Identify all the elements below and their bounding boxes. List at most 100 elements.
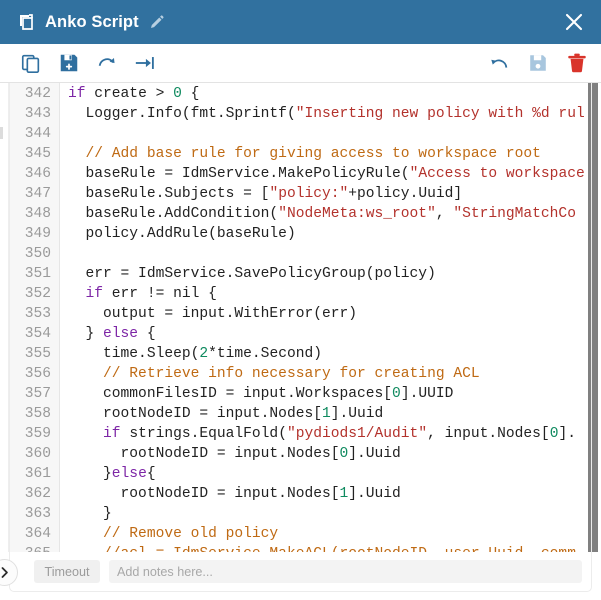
undo-button[interactable] — [487, 51, 511, 75]
code-token: "NodeMeta:ws_root" — [278, 206, 436, 222]
line-number: 353 — [24, 306, 51, 322]
line-number: 348 — [24, 206, 51, 222]
code-line[interactable]: if err != nil { — [60, 284, 601, 304]
code-area[interactable]: 342 343 344 345 346 347 348 349 350 351 352 353 354 3… — [10, 83, 601, 552]
code-line[interactable] — [60, 124, 601, 144]
editor-bottom-bar: Timeout Add notes here... — [9, 552, 592, 592]
code-line[interactable]: } else { — [60, 324, 601, 344]
close-button[interactable] — [561, 9, 587, 35]
code-line[interactable]: baseRule.Subjects = ["policy:"+policy.Uu… — [60, 184, 601, 204]
code-scroll-region[interactable]: if create > 0 { Logger.Info(fmt.Sprintf(… — [60, 83, 601, 552]
code-token: "pydiods1/Audit" — [286, 426, 428, 442]
code-token: { — [181, 86, 200, 102]
toolbar-right-group — [487, 51, 589, 75]
anko-script-window: Anko Script 342 343 344 345 346 347 348 … — [0, 0, 601, 600]
save-button[interactable] — [526, 51, 550, 75]
code-token: baseRule.Subjects = [ — [68, 186, 270, 202]
line-number: 357 — [24, 386, 51, 402]
tab-indent-icon — [135, 57, 154, 69]
code-token: else — [103, 326, 139, 342]
code-line[interactable]: //acl = IdmService.MakeACL(rootNodeID, u… — [60, 544, 601, 552]
code-token: { — [146, 466, 156, 482]
code-token: Logger.Info(fmt.Sprintf( — [68, 106, 296, 122]
code-token: if — [85, 286, 112, 302]
code-token: time.Sleep( — [68, 346, 200, 362]
save-as-button[interactable] — [57, 51, 81, 75]
line-number: 356 — [24, 366, 51, 382]
code-token: if — [103, 426, 130, 442]
code-line[interactable]: err = IdmService.SavePolicyGroup(policy) — [60, 264, 601, 284]
code-token: *time.Second) — [208, 346, 322, 362]
code-line[interactable]: time.Sleep(2*time.Second) — [60, 344, 601, 364]
editor-left-edge — [0, 83, 9, 552]
code-line[interactable]: policy.AddRule(baseRule) — [60, 224, 601, 244]
line-number: 344 — [24, 126, 51, 142]
line-number: 355 — [24, 346, 51, 362]
code-line[interactable]: Logger.Info(fmt.Sprintf("Inserting new p… — [60, 104, 601, 124]
code-token: } — [68, 466, 112, 482]
code-token: , — [435, 206, 454, 222]
code-line[interactable]: // Retrieve info necessary for creating … — [60, 364, 601, 384]
code-line[interactable]: if create > 0 { — [60, 84, 601, 104]
code-token: else — [111, 466, 147, 482]
code-line[interactable]: commonFilesID = input.Workspaces[0].UUID — [60, 384, 601, 404]
script-icon — [20, 14, 33, 30]
code-token: { — [138, 326, 156, 342]
line-number: 352 — [24, 286, 51, 302]
code-line[interactable]: }else{ — [60, 464, 601, 484]
notes-input[interactable]: Add notes here... — [109, 560, 582, 583]
code-line[interactable]: } — [60, 504, 601, 524]
code-token: 1 — [339, 486, 349, 502]
code-token: ].Uuid — [330, 406, 384, 422]
delete-button[interactable] — [565, 51, 589, 75]
reload-button[interactable] — [95, 51, 119, 75]
code-line[interactable]: baseRule.AddCondition("NodeMeta:ws_root"… — [60, 204, 601, 224]
code-token: , input.Nodes[ — [427, 426, 550, 442]
undo-arrow-icon — [491, 59, 508, 68]
code-line[interactable]: rootNodeID = input.Nodes[1].Uuid — [60, 484, 601, 504]
code-token: err != nil { — [111, 286, 217, 302]
trash-icon — [568, 53, 586, 73]
code-token: create > — [94, 86, 174, 102]
line-number: 350 — [24, 246, 51, 262]
code-token: // Retrieve info necessary for creating … — [68, 366, 480, 382]
code-token: +policy.Uuid] — [348, 186, 463, 202]
vertical-scrollbar[interactable] — [588, 83, 598, 552]
code-editor[interactable]: 342 343 344 345 346 347 348 349 350 351 352 353 354 3… — [0, 83, 601, 552]
code-token: baseRule.AddCondition( — [68, 206, 279, 222]
line-number: 345 — [24, 146, 51, 162]
code-token: rootNodeID = input.Nodes[ — [68, 446, 340, 462]
code-token: "Inserting new policy with %d rul — [295, 106, 585, 122]
timeout-input[interactable]: Timeout — [34, 560, 100, 583]
code-token: 1 — [321, 406, 331, 422]
code-line[interactable]: // Remove old policy — [60, 524, 601, 544]
indent-button[interactable] — [133, 51, 157, 75]
line-number: 349 — [24, 226, 51, 242]
code-line[interactable]: baseRule = IdmService.MakePolicyRule("Ac… — [60, 164, 601, 184]
chevron-right-icon — [1, 567, 8, 578]
code-line[interactable]: output = input.WithError(err) — [60, 304, 601, 324]
code-token: ]. — [558, 426, 576, 442]
line-number: 364 — [24, 526, 51, 542]
code-line[interactable]: rootNodeID = input.Nodes[0].Uuid — [60, 444, 601, 464]
code-token: ].UUID — [400, 386, 454, 402]
code-token: policy.AddRule(baseRule) — [68, 226, 296, 242]
code-token: 0 — [392, 386, 401, 402]
code-token: rootNodeID = input.Nodes[ — [68, 486, 340, 502]
copy-button[interactable] — [19, 51, 43, 75]
code-token: strings.EqualFold( — [129, 426, 287, 442]
code-line[interactable]: // Add base rule for giving access to wo… — [60, 144, 601, 164]
code-line[interactable] — [60, 244, 601, 264]
code-token: ].Uuid — [348, 446, 401, 462]
pencil-icon[interactable] — [148, 14, 165, 31]
code-line[interactable]: if strings.EqualFold("pydiods1/Audit", i… — [60, 424, 601, 444]
code-token: "StringMatchCo — [453, 206, 576, 222]
code-token: baseRule = IdmService.MakePolicyRule( — [68, 166, 410, 182]
code-lines[interactable]: if create > 0 { Logger.Info(fmt.Sprintf(… — [60, 84, 601, 552]
code-line[interactable]: rootNodeID = input.Nodes[1].Uuid — [60, 404, 601, 424]
window-titlebar: Anko Script — [0, 0, 601, 44]
copy-icon — [21, 54, 40, 73]
line-number: 347 — [24, 186, 51, 202]
redo-arrow-icon — [98, 57, 115, 66]
